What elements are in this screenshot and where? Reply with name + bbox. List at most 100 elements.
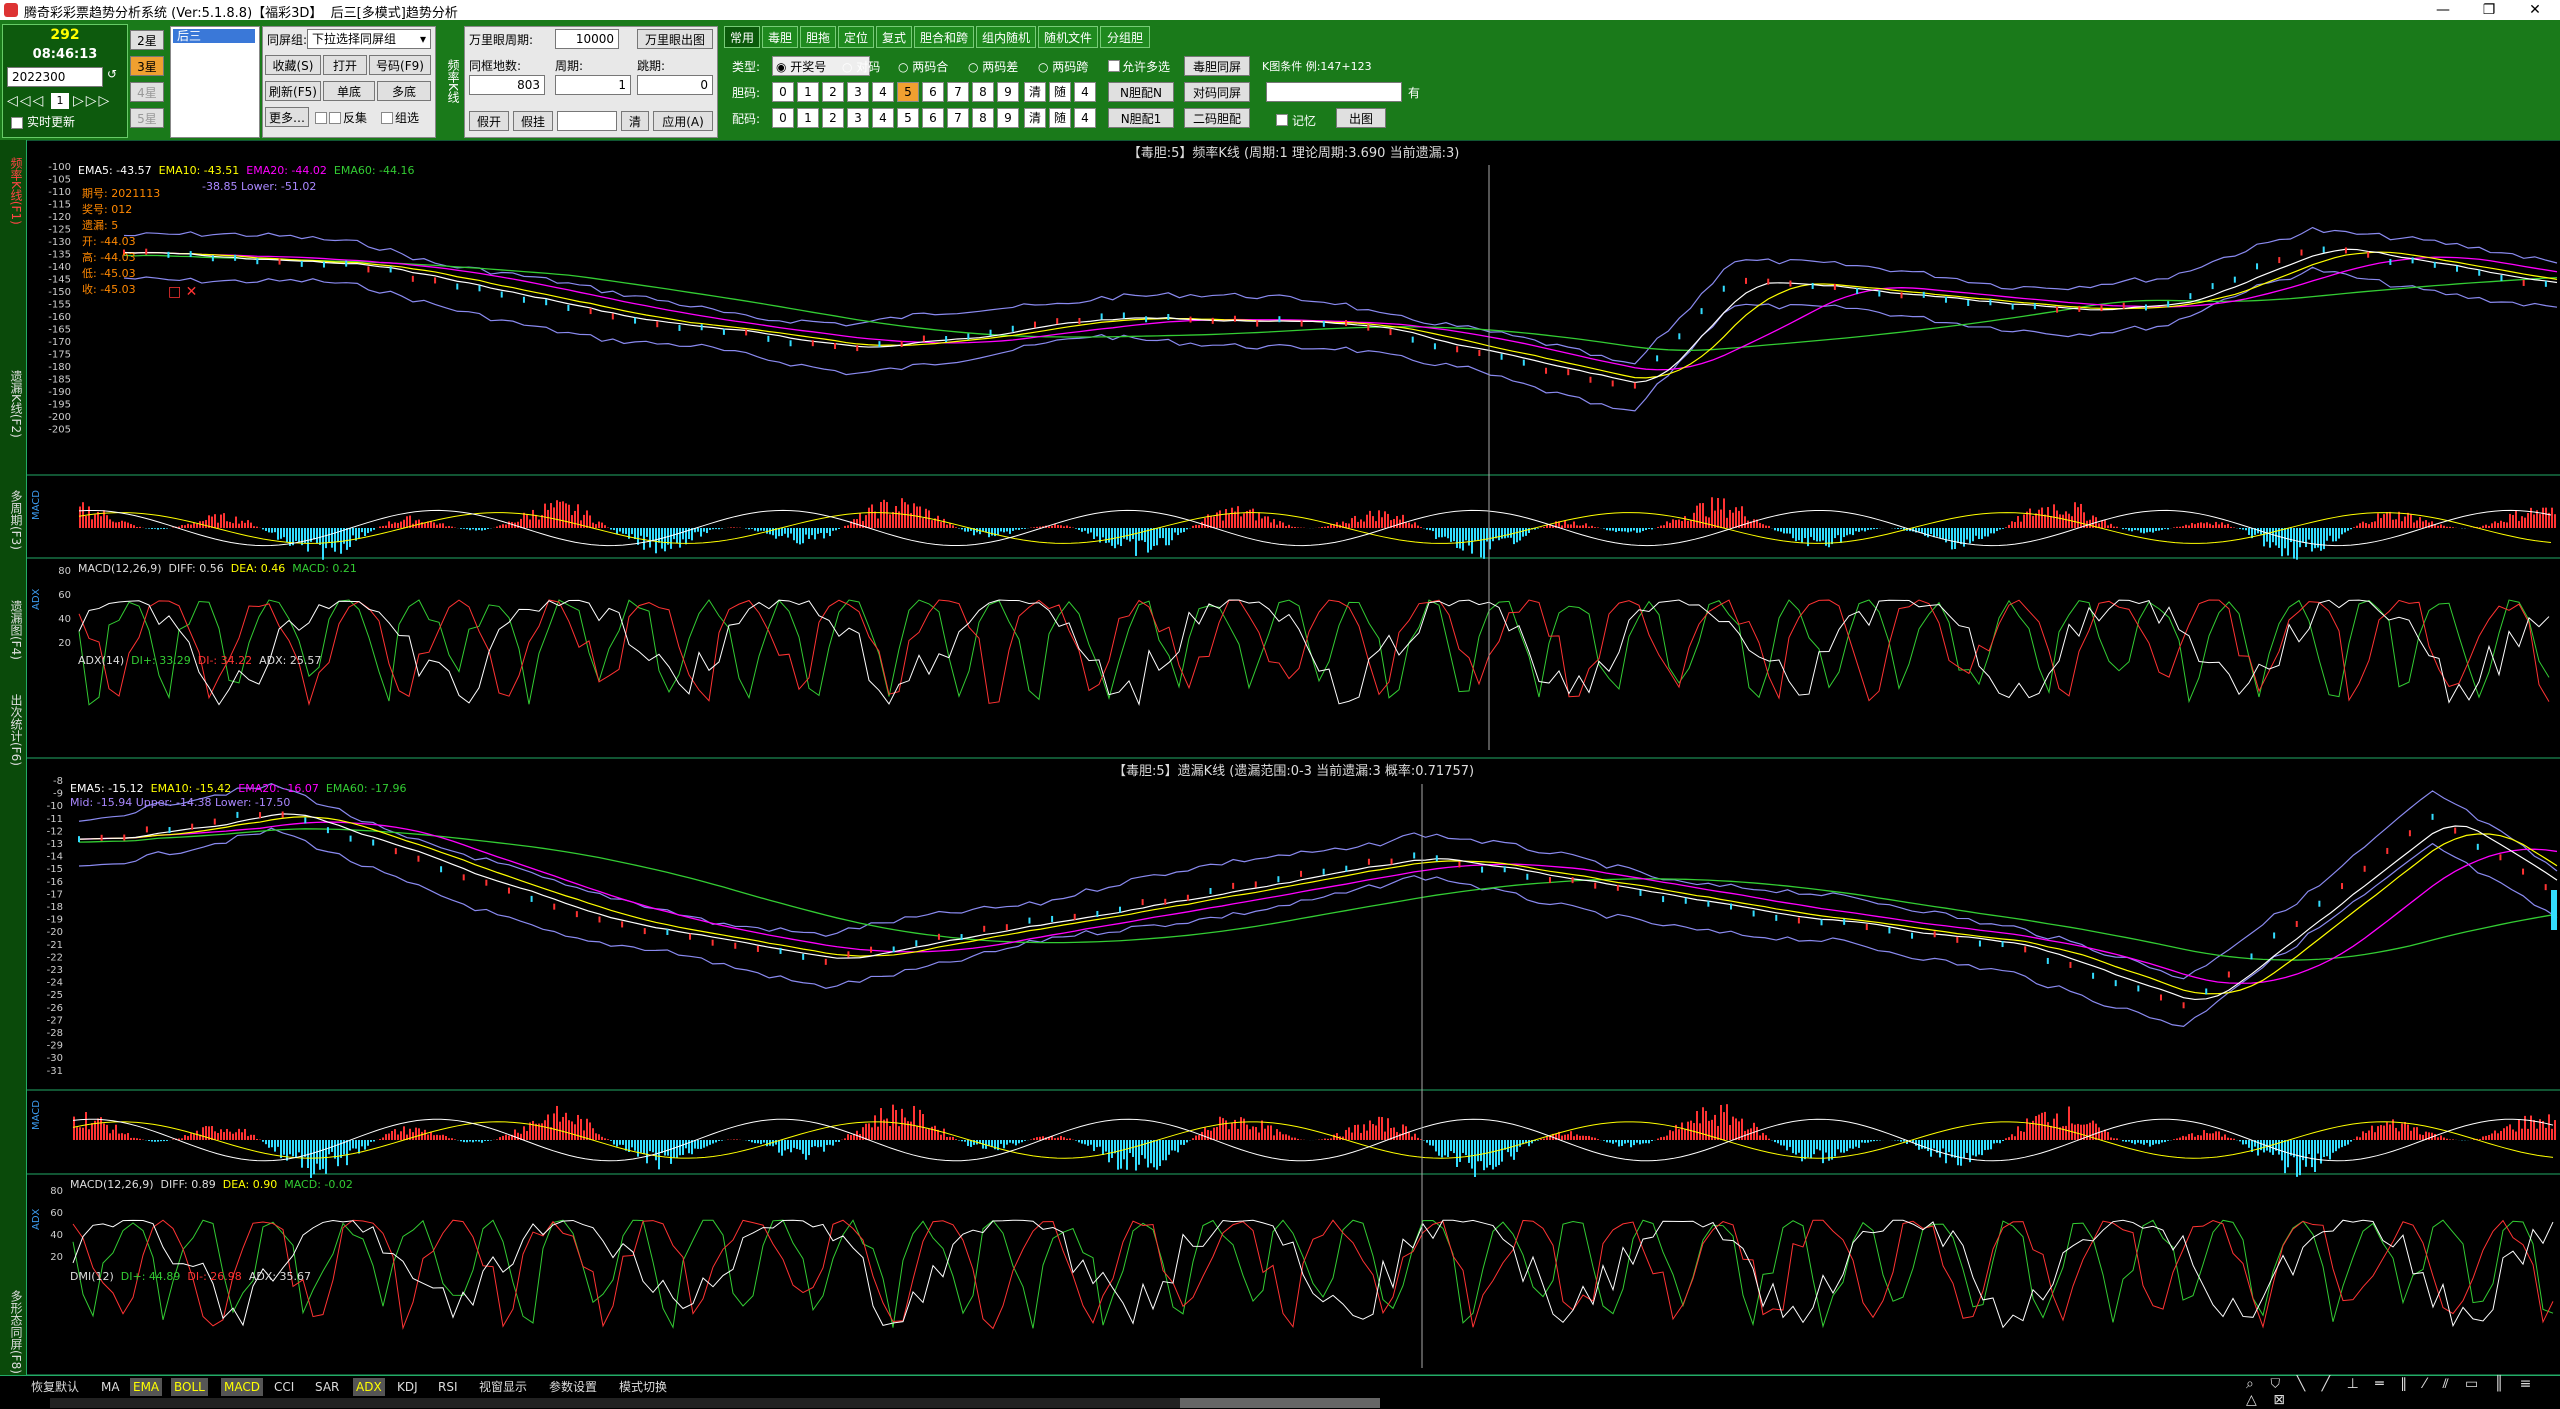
sidebar-item-miss-chart[interactable]: 遗漏图(F4) [1,580,25,680]
filter-checkbox[interactable] [381,112,393,124]
close-icon[interactable]: □ ✕ [168,284,197,300]
clear-button[interactable]: 清 [621,111,649,131]
close-button[interactable]: ✕ [2512,0,2558,20]
memo-checkbox[interactable] [1276,114,1288,126]
status-item-0[interactable]: 恢复默认 [28,1378,82,1396]
digit-dan-1[interactable]: 1 [797,82,819,102]
tongping-button[interactable]: 毒胆同屏 [1184,56,1250,76]
digit-dan-2[interactable]: 2 [822,82,844,102]
digit-dan-5[interactable]: 5 [897,82,919,102]
n-dan-1-button[interactable]: N胆配1 [1108,108,1174,128]
chart-canvas[interactable]: -100-105-110-115-120-125-130-135-140-145… [27,140,2560,1375]
apply-button[interactable]: 应用(A) [653,111,713,131]
fake-open-button[interactable]: 假开 [469,111,509,131]
group-select[interactable]: 下拉选择同屏组▾ [307,29,431,49]
digit-dan-7[interactable]: 7 [947,82,969,102]
digit-dan-8[interactable]: 8 [972,82,994,102]
status-item-5[interactable]: CCI [271,1378,297,1396]
period-input[interactable]: 2022300 [7,67,103,87]
row-extra-2[interactable]: 4 [1074,108,1096,128]
row-extra-0[interactable]: 清 [1024,108,1046,128]
star-5-button[interactable]: 5星 [130,108,164,128]
row-extra-1[interactable]: 随 [1049,108,1071,128]
status-item-4[interactable]: MACD [221,1378,263,1396]
condition-input[interactable] [1266,82,1402,102]
tab-group-bile[interactable]: 分组胆 [1100,26,1150,48]
digit-pei-9[interactable]: 9 [997,108,1019,128]
n-dan-n-button[interactable]: N胆配N [1108,82,1174,102]
status-item-6[interactable]: SAR [312,1378,342,1396]
row-extra-0[interactable]: 清 [1024,82,1046,102]
digit-pei-6[interactable]: 6 [922,108,944,128]
play-index[interactable]: 1 [51,93,69,109]
digit-pei-7[interactable]: 7 [947,108,969,128]
digit-dan-6[interactable]: 6 [922,82,944,102]
nav-first-icon[interactable]: ◁◁◁ [7,93,45,109]
digit-pei-5[interactable]: 5 [897,108,919,128]
open-button[interactable]: 打开 [323,55,367,75]
period-field[interactable]: 1 [555,75,631,95]
digit-pei-0[interactable]: 0 [772,108,794,128]
group-list[interactable]: 后三 [170,26,260,138]
fake-hang-button[interactable]: 假挂 [513,111,553,131]
realtime-checkbox[interactable] [11,117,23,129]
tab-poison[interactable]: 毒胆 [762,26,798,48]
digit-pei-2[interactable]: 2 [822,108,844,128]
wan-input[interactable]: 10000 [555,29,619,49]
digit-dan-4[interactable]: 4 [872,82,894,102]
minimize-button[interactable]: — [2420,0,2466,20]
sidebar-item-count[interactable]: 出次统计(F6) [1,680,25,780]
number-button[interactable]: 号码(F9) [369,55,431,75]
digit-dan-0[interactable]: 0 [772,82,794,102]
same-input[interactable]: 803 [469,75,545,95]
tab-sum-span[interactable]: 胆合和跨 [914,26,974,48]
two-dan-button[interactable]: 二码胆配 [1184,108,1250,128]
status-item-7[interactable]: ADX [353,1378,385,1396]
type-radio-sum[interactable]: ○ 两码合 [898,58,948,75]
pair-tongping-button[interactable]: 对码同屏 [1184,82,1250,102]
status-item-1[interactable]: MA [98,1378,123,1396]
more-button[interactable]: 更多… [265,107,309,127]
tab-position[interactable]: 定位 [838,26,874,48]
digit-pei-8[interactable]: 8 [972,108,994,128]
status-item-9[interactable]: RSI [435,1378,461,1396]
allow-multi-checkbox[interactable] [1108,60,1120,72]
type-radio-open[interactable]: ◉ 开奖号 [776,58,826,75]
status-item-12[interactable]: 模式切换 [616,1378,670,1396]
refresh-icon[interactable]: ↺ [107,67,123,87]
nav-last-icon[interactable]: ▷▷▷ [73,93,111,109]
more-checkbox[interactable] [315,112,327,124]
single-base-button[interactable]: 单底 [323,81,375,101]
maximize-button[interactable]: ❐ [2466,0,2512,20]
reverse-checkbox[interactable] [329,112,341,124]
status-item-8[interactable]: KDJ [394,1378,421,1396]
status-item-10[interactable]: 视窗显示 [476,1378,530,1396]
refresh-button[interactable]: 刷新(F5) [265,81,321,101]
sidebar-item-multi-period[interactable]: 多周期(F3) [1,470,25,570]
sidebar-item-miss[interactable]: 遗漏K线(F2) [1,354,25,454]
row-extra-1[interactable]: 随 [1049,82,1071,102]
tab-multiple[interactable]: 复式 [876,26,912,48]
type-radio-span[interactable]: ○ 两码跨 [1038,58,1088,75]
wan-button[interactable]: 万里眼出图 [637,29,713,49]
tab-random-file[interactable]: 随机文件 [1038,26,1098,48]
status-item-11[interactable]: 参数设置 [546,1378,600,1396]
type-radio-pair[interactable]: ○ 对码 [842,58,880,75]
tab-group-random[interactable]: 组内随机 [976,26,1036,48]
favorite-button[interactable]: 收藏(S) [265,55,321,75]
star-4-button[interactable]: 4星 [130,82,164,102]
tab-drag[interactable]: 胆拖 [800,26,836,48]
draw-button[interactable]: 出图 [1336,108,1386,128]
digit-dan-3[interactable]: 3 [847,82,869,102]
sidebar-item-freq[interactable]: 频率K线(F1) [1,144,25,238]
digit-pei-4[interactable]: 4 [872,108,894,128]
star-2-button[interactable]: 2星 [130,30,164,50]
sidebar-item-multi-form[interactable]: 多形态同屏(F8) [1,1280,25,1384]
row-extra-2[interactable]: 4 [1074,82,1096,102]
star-3-button[interactable]: 3星 [130,56,164,76]
skip-field[interactable]: 0 [637,75,713,95]
type-radio-diff[interactable]: ○ 两码差 [968,58,1018,75]
tab-common[interactable]: 常用 [724,26,760,48]
scrollbar-thumb[interactable] [1180,1398,1380,1408]
blank-field[interactable] [557,111,617,131]
